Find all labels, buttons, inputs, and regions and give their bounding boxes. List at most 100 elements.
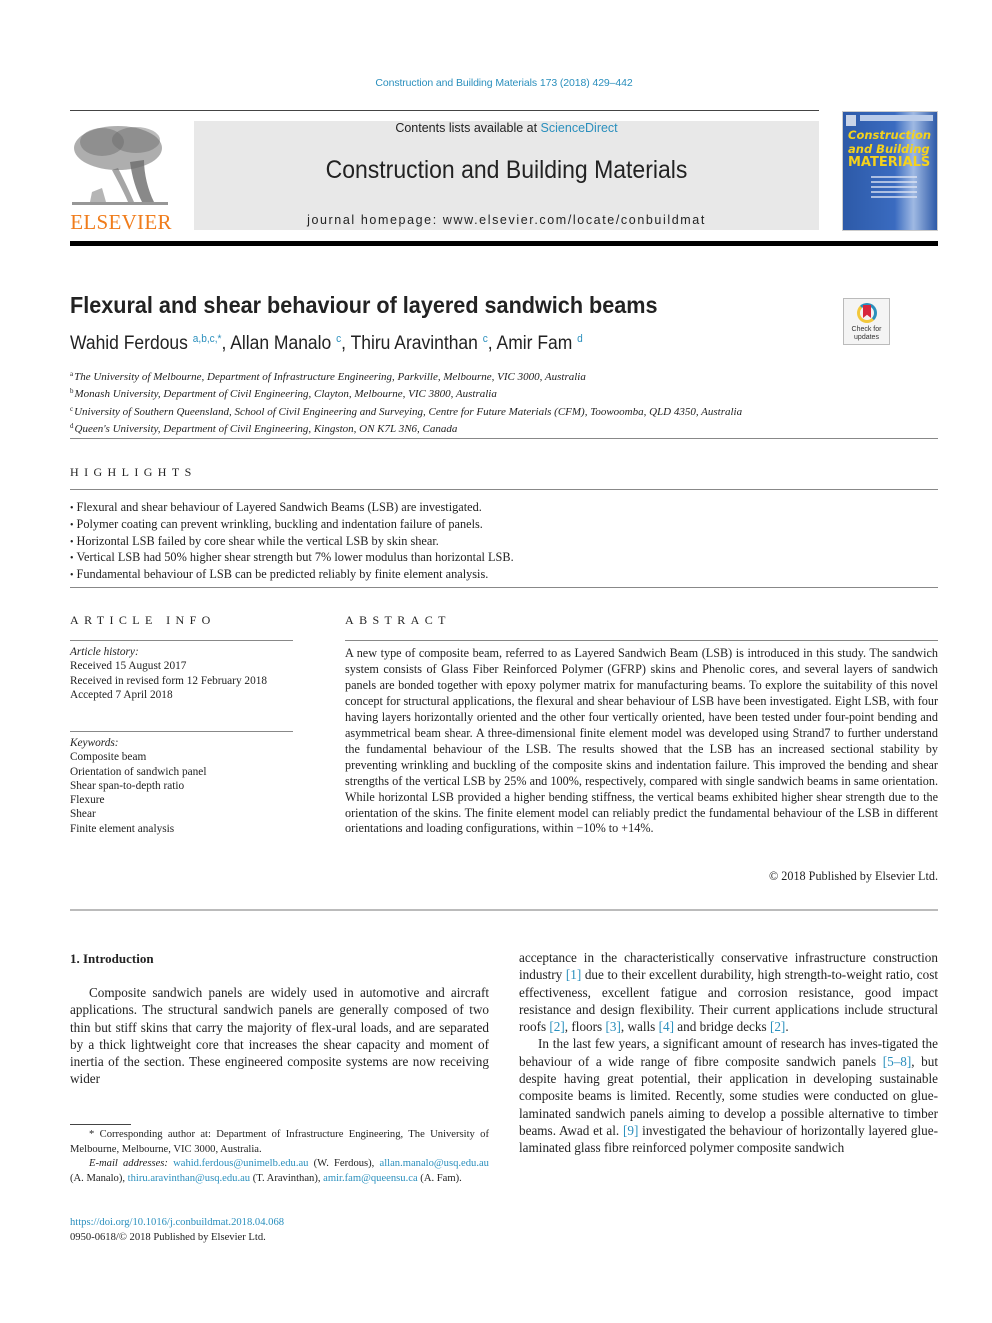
divider bbox=[345, 640, 938, 641]
cover-title-line3: MATERIALS bbox=[848, 155, 931, 170]
section-heading-introduction: 1. Introduction bbox=[70, 951, 154, 966]
history-entry: Received 15 August 2017 bbox=[70, 660, 187, 673]
highlight-item: Flexural and shear behaviour of Layered … bbox=[70, 500, 514, 517]
affiliation-key: c bbox=[70, 404, 74, 413]
issn-line: 0950-0618/© 2018 Published by Elsevier L… bbox=[70, 1231, 266, 1243]
affiliation: bMonash University, Department of Civil … bbox=[70, 384, 742, 401]
keywords-label: Keywords: bbox=[70, 737, 119, 749]
author-list: Wahid Ferdous a,b,c,*, Allan Manalo c, T… bbox=[70, 333, 583, 355]
affiliation-text: Monash University, Department of Civil E… bbox=[74, 388, 497, 401]
intro-left-column: Composite sandwich panels are widely use… bbox=[70, 984, 489, 1088]
highlight-item: Fundamental behaviour of LSB can be pred… bbox=[70, 567, 514, 584]
cover-title: Construction and Building MATERIALS bbox=[848, 128, 931, 170]
divider bbox=[70, 587, 938, 588]
keyword: Shear span-to-depth ratio bbox=[70, 779, 185, 792]
email-link[interactable]: wahid.ferdous@unimelb.edu.au bbox=[173, 1158, 308, 1169]
check-for-updates-button[interactable]: Check for updates bbox=[843, 298, 890, 345]
affiliation-key: b bbox=[70, 387, 74, 396]
keyword: Orientation of sandwich panel bbox=[70, 765, 207, 778]
keyword: Composite beam bbox=[70, 751, 147, 764]
intro-right-column: acceptance in the characteristically con… bbox=[519, 949, 938, 1157]
cover-text-lines bbox=[871, 176, 917, 201]
email-link[interactable]: amir.fam@queensu.ca bbox=[323, 1173, 417, 1184]
citation-link[interactable]: [2] bbox=[770, 1019, 785, 1034]
email-label: E-mail addresses: bbox=[89, 1158, 174, 1170]
keyword: Shear bbox=[70, 808, 96, 821]
author-name[interactable]: Allan Manalo bbox=[230, 333, 336, 354]
author-separator: , bbox=[221, 333, 231, 354]
masthead-bottom-rule bbox=[70, 241, 938, 246]
author-name[interactable]: Wahid Ferdous bbox=[70, 333, 193, 354]
history-entry: Received in revised form 12 February 201… bbox=[70, 674, 268, 687]
citation-link[interactable]: [2] bbox=[549, 1019, 564, 1034]
journal-title: Construction and Building Materials bbox=[325, 156, 688, 184]
citation-link[interactable]: [4] bbox=[659, 1019, 674, 1034]
citation-link[interactable]: [5–8] bbox=[883, 1054, 912, 1069]
citation-link[interactable]: [9] bbox=[623, 1123, 638, 1138]
intro-paragraph: In the last few years, a significant amo… bbox=[519, 1036, 939, 1156]
author-affiliation-marker[interactable]: d bbox=[577, 333, 583, 345]
highlight-item: Vertical LSB had 50% higher shear streng… bbox=[70, 550, 514, 567]
email-addresses: E-mail addresses: wahid.ferdous@unimelb.… bbox=[70, 1158, 489, 1185]
author-separator: , bbox=[487, 333, 497, 354]
doi-block: https://doi.org/10.1016/j.conbuildmat.20… bbox=[70, 1216, 284, 1245]
author-name[interactable]: Amir Fam bbox=[497, 333, 578, 354]
doi-link[interactable]: https://doi.org/10.1016/j.conbuildmat.20… bbox=[70, 1217, 284, 1228]
highlight-item: Horizontal LSB failed by core shear whil… bbox=[70, 534, 514, 551]
sciencedirect-link[interactable]: ScienceDirect bbox=[541, 121, 618, 135]
elsevier-wordmark: ELSEVIER bbox=[70, 210, 172, 234]
header-rule bbox=[70, 110, 819, 111]
highlight-item: Polymer coating can prevent wrinkling, b… bbox=[70, 517, 514, 534]
check-updates-label: Check for updates bbox=[851, 326, 882, 341]
elsevier-tree-icon bbox=[72, 126, 168, 205]
cover-elsevier-icon bbox=[846, 115, 856, 126]
divider bbox=[70, 731, 293, 732]
intro-paragraph: Composite sandwich panels are widely use… bbox=[70, 985, 489, 1087]
cover-band bbox=[860, 115, 933, 121]
affiliations: aThe University of Melbourne, Department… bbox=[70, 367, 742, 436]
journal-reference-link[interactable]: Construction and Building Materials 173 … bbox=[0, 77, 992, 89]
affiliation-key: a bbox=[70, 370, 74, 378]
journal-cover-image[interactable]: Construction and Building MATERIALS bbox=[842, 111, 938, 231]
keyword: Flexure bbox=[70, 794, 105, 807]
contents-prefix: Contents lists available at bbox=[395, 121, 541, 135]
footnote-rule bbox=[70, 1124, 131, 1125]
article-history-label: Article history: bbox=[70, 646, 139, 658]
affiliation: cUniversity of Southern Queensland, Scho… bbox=[70, 402, 742, 419]
affiliation-key: d bbox=[70, 421, 74, 430]
highlights-heading: HIGHLIGHTS bbox=[70, 465, 197, 479]
affiliation: aThe University of Melbourne, Department… bbox=[70, 367, 742, 384]
affiliation-text: The University of Melbourne, Department … bbox=[74, 371, 586, 383]
article-history: Article history: Received 15 August 2017… bbox=[70, 645, 267, 702]
intro-paragraph: acceptance in the characteristically con… bbox=[519, 950, 939, 1035]
divider bbox=[70, 489, 938, 490]
email-link[interactable]: allan.manalo@usq.edu.au bbox=[380, 1158, 489, 1169]
abstract-copyright: © 2018 Published by Elsevier Ltd. bbox=[768, 869, 938, 883]
divider bbox=[70, 640, 293, 641]
author-name[interactable]: Thiru Aravinthan bbox=[351, 333, 483, 354]
keywords: Keywords: Composite beam Orientation of s… bbox=[70, 736, 206, 836]
divider bbox=[70, 438, 938, 439]
author-separator: , bbox=[341, 333, 351, 354]
cover-title-line1: Construction bbox=[848, 128, 932, 142]
author-affiliation-marker[interactable]: a,b,c,* bbox=[193, 333, 222, 345]
abstract-heading: ABSTRACT bbox=[345, 613, 451, 627]
affiliation: dQueen's University, Department of Civil… bbox=[70, 419, 742, 436]
contents-line: Contents lists available at ScienceDirec… bbox=[194, 121, 819, 135]
article-title: Flexural and shear behaviour of layered … bbox=[70, 292, 658, 318]
cover-title-line2: and Building bbox=[848, 142, 930, 156]
footnote: * Corresponding author at: Department of… bbox=[70, 1128, 489, 1187]
journal-masthead: Contents lists available at ScienceDirec… bbox=[194, 121, 819, 230]
email-link[interactable]: thiru.aravinthan@usq.edu.au bbox=[128, 1173, 250, 1184]
citation-link[interactable]: [3] bbox=[605, 1019, 620, 1034]
keyword: Finite element analysis bbox=[70, 822, 175, 835]
highlights-list: Flexural and shear behaviour of Layered … bbox=[70, 500, 514, 584]
affiliation-text: Queen's University, Department of Civil … bbox=[74, 422, 458, 435]
abstract-text: A new type of composite beam, referred t… bbox=[345, 646, 938, 836]
elsevier-logo[interactable]: ELSEVIER bbox=[70, 118, 172, 234]
history-entry: Accepted 7 April 2018 bbox=[70, 688, 173, 701]
affiliation-text: University of Southern Queensland, Schoo… bbox=[74, 405, 743, 418]
corresponding-author-note: * Corresponding author at: Department of… bbox=[70, 1129, 489, 1155]
journal-homepage[interactable]: journal homepage: www.elsevier.com/locat… bbox=[194, 213, 819, 227]
citation-link[interactable]: [1] bbox=[566, 967, 581, 982]
